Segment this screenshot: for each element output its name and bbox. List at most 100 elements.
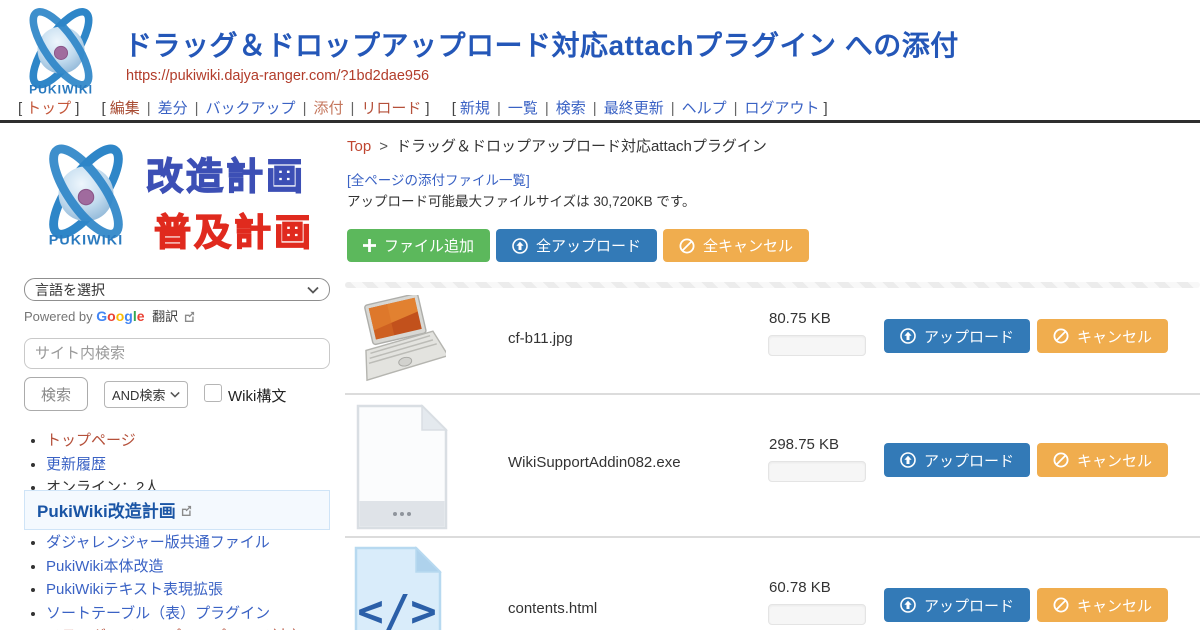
code-file-icon: </> bbox=[352, 546, 444, 630]
sidebar-link-history[interactable]: 更新履歴 bbox=[46, 456, 106, 473]
nav-link-diff[interactable]: 差分 bbox=[158, 100, 188, 117]
pukiwiki-attach-page: PUKIWIKI ドラッグ＆ドロップアップロード対応attachプラグイン への… bbox=[0, 0, 1200, 630]
file-row: cf-b11.jpg 80.75 KB アップロード キャンセル bbox=[345, 288, 1200, 393]
list-item: PukiWiki本体改造 bbox=[46, 556, 334, 579]
upload-label: アップロード bbox=[924, 326, 1014, 347]
separator: | bbox=[350, 100, 354, 117]
sidebar-link-sorttable[interactable]: ソートテーブル（表）プラグイン bbox=[46, 605, 270, 622]
nav-link-attach[interactable]: 添付 bbox=[313, 100, 343, 117]
file-size: 80.75 KB bbox=[769, 310, 831, 327]
cancel-button[interactable]: キャンセル bbox=[1037, 319, 1168, 353]
cancel-label: キャンセル bbox=[1077, 326, 1152, 347]
external-link-icon bbox=[184, 311, 195, 322]
google-letter: G bbox=[96, 308, 107, 324]
header-divider bbox=[0, 120, 1200, 123]
nav-link-help[interactable]: ヘルプ bbox=[682, 100, 727, 117]
google-letter: g bbox=[124, 308, 133, 324]
google-logo-text: Google bbox=[96, 308, 144, 324]
google-translate-attribution: Powered by Google 翻訳 bbox=[24, 306, 195, 325]
upload-button[interactable]: アップロード bbox=[884, 443, 1030, 477]
external-link-icon bbox=[181, 501, 192, 520]
sidebar-link-text-ext[interactable]: PukiWikiテキスト表現拡張 bbox=[46, 581, 223, 598]
file-size: 60.78 KB bbox=[769, 579, 831, 596]
upload-all-button[interactable]: 全アップロード bbox=[496, 229, 657, 262]
nav-link-search[interactable]: 検索 bbox=[556, 100, 586, 117]
nav-link-list[interactable]: 一覧 bbox=[508, 100, 538, 117]
separator: | bbox=[303, 100, 307, 117]
powered-by-text: Powered by bbox=[24, 309, 93, 324]
atom-logo-icon: PUKIWIKI bbox=[30, 140, 142, 252]
search-mode-value: AND検索 bbox=[112, 385, 165, 404]
upload-progress-bar bbox=[768, 335, 866, 356]
nav-link-new[interactable]: 新規 bbox=[460, 100, 490, 117]
breadcrumb-home-link[interactable]: Top bbox=[347, 138, 371, 155]
google-letter: o bbox=[116, 308, 125, 324]
add-files-button[interactable]: ファイル追加 bbox=[347, 229, 490, 262]
wiki-syntax-checkbox[interactable] bbox=[204, 384, 222, 402]
ban-circle-icon bbox=[1053, 452, 1069, 468]
nav-group-page: [編集|差分|バックアップ|添付|リロード] bbox=[98, 100, 434, 117]
bracket: ] bbox=[75, 100, 79, 117]
google-letter: e bbox=[137, 308, 145, 324]
nav-link-edit[interactable]: 編集 bbox=[110, 100, 140, 117]
google-letter: o bbox=[107, 308, 116, 324]
list-item: トップページ bbox=[46, 430, 159, 453]
nav-link-top[interactable]: トップ bbox=[26, 100, 71, 117]
main-content: Top>ドラッグ＆ドロップアップロード対応attachプラグイン [全ページの添… bbox=[345, 130, 1200, 630]
separator: | bbox=[147, 100, 151, 117]
cancel-button[interactable]: キャンセル bbox=[1037, 443, 1168, 477]
laptop-photo-thumbnail bbox=[352, 295, 446, 388]
chevron-down-icon bbox=[170, 391, 180, 398]
sidebar-plugin-links: ダジャレンジャー版共通ファイル PukiWiki本体改造 PukiWikiテキス… bbox=[46, 532, 334, 630]
separator: | bbox=[671, 100, 675, 117]
max-upload-size-text: アップロード可能最大ファイルサイズは 30,720KB です。 bbox=[347, 190, 696, 210]
sidebar-link-common-files[interactable]: ダジャレンジャー版共通ファイル bbox=[46, 534, 270, 551]
sidebar-section-heading[interactable]: PukiWiki改造計画 bbox=[24, 490, 330, 530]
list-item: 更新履歴 bbox=[46, 454, 159, 477]
separator: | bbox=[497, 100, 501, 117]
bracket: [ bbox=[452, 100, 456, 117]
pukiwiki-logo[interactable]: PUKIWIKI bbox=[14, 4, 108, 100]
sidebar-link-core-mod[interactable]: PukiWiki本体改造 bbox=[46, 558, 164, 575]
site-search-input[interactable] bbox=[24, 338, 330, 369]
chevron-down-icon bbox=[307, 286, 319, 294]
pukiwiki-brand-text: PUKIWIKI bbox=[29, 82, 93, 96]
circle-up-arrow-icon bbox=[900, 452, 916, 468]
upload-button[interactable]: アップロード bbox=[884, 319, 1030, 353]
bracket: [ bbox=[18, 100, 22, 117]
cancel-label: キャンセル bbox=[1077, 450, 1152, 471]
cancel-button[interactable]: キャンセル bbox=[1037, 588, 1168, 622]
circle-up-arrow-icon bbox=[512, 238, 528, 254]
list-item: ソートテーブル（表）プラグイン bbox=[46, 603, 334, 626]
list-item: ダジャレンジャー版共通ファイル bbox=[46, 532, 334, 555]
separator: | bbox=[593, 100, 597, 117]
pukiwiki-brand-text: PUKIWIKI bbox=[49, 232, 124, 248]
nav-link-logout[interactable]: ログアウト bbox=[745, 100, 820, 117]
file-size: 298.75 KB bbox=[769, 436, 839, 453]
nav-link-recent[interactable]: 最終更新 bbox=[604, 100, 664, 117]
all-attachments-link[interactable]: [全ページの添付ファイル一覧] bbox=[347, 169, 530, 189]
section-heading-label: PukiWiki改造計画 bbox=[37, 502, 176, 521]
translate-link[interactable]: 翻訳 bbox=[152, 309, 178, 324]
generic-file-icon bbox=[352, 404, 452, 535]
nav-link-reload[interactable]: リロード bbox=[361, 100, 421, 117]
breadcrumb-current: ドラッグ＆ドロップアップロード対応attachプラグイン bbox=[396, 138, 767, 155]
sidebar-banner-link[interactable]: PUKIWIKI 改造計画 普及計画 bbox=[30, 140, 330, 258]
cancel-all-button[interactable]: 全キャンセル bbox=[663, 229, 809, 262]
upload-button[interactable]: アップロード bbox=[884, 588, 1030, 622]
upload-label: アップロード bbox=[924, 450, 1014, 471]
nav-group-site: [新規|一覧|検索|最終更新|ヘルプ|ログアウト] bbox=[448, 100, 832, 117]
top-navbar: [トップ] [編集|差分|バックアップ|添付|リロード] [新規|一覧|検索|最… bbox=[14, 97, 1194, 118]
page-title: ドラッグ＆ドロップアップロード対応attachプラグイン への添付 bbox=[124, 24, 959, 64]
code-glyph: </> bbox=[357, 586, 436, 630]
nav-link-backup[interactable]: バックアップ bbox=[206, 100, 296, 117]
breadcrumb: Top>ドラッグ＆ドロップアップロード対応attachプラグイン bbox=[347, 135, 767, 156]
page-url-link[interactable]: https://pukiwiki.dajya-ranger.com/?1bd2d… bbox=[126, 68, 429, 84]
bracket: ] bbox=[824, 100, 828, 117]
circle-up-arrow-icon bbox=[900, 328, 916, 344]
search-mode-select[interactable]: AND検索 bbox=[104, 381, 188, 408]
search-button[interactable]: 検索 bbox=[24, 377, 88, 411]
sidebar-link-toppage[interactable]: トップページ bbox=[46, 432, 136, 449]
language-select[interactable]: 言語を選択 bbox=[24, 278, 330, 301]
file-name: cf-b11.jpg bbox=[508, 330, 573, 347]
